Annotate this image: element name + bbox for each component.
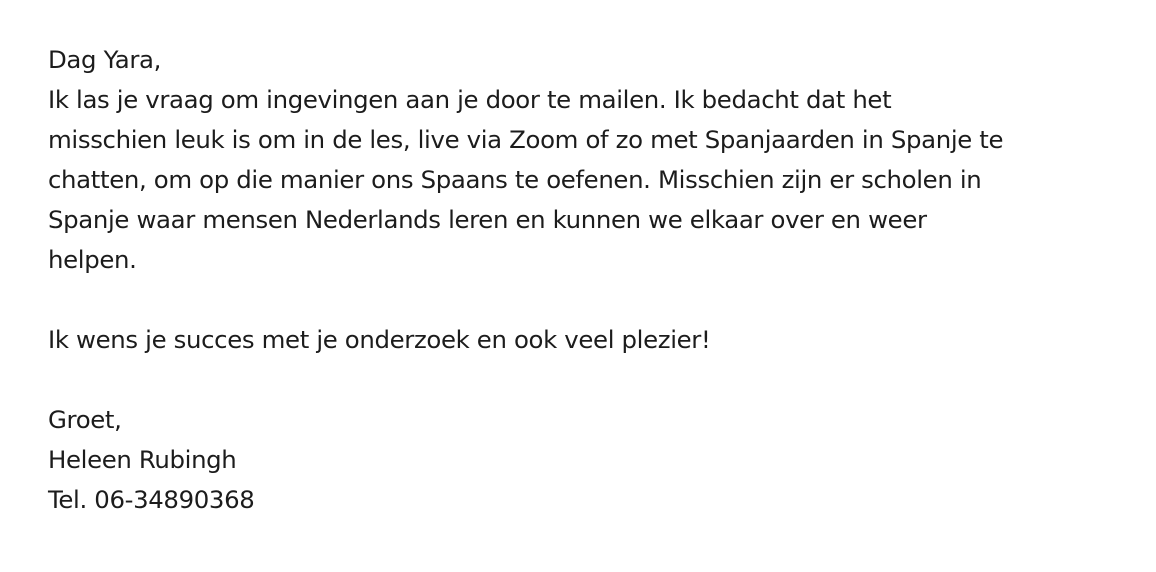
email-message-body: Dag Yara, Ik las je vraag om ingevingen … [48, 40, 1128, 520]
signature-name: Heleen Rubingh [48, 445, 237, 474]
email-body-line: Ik las je vraag om ingevingen aan je doo… [48, 85, 892, 114]
email-body-line: Spanje waar mensen Nederlands leren en k… [48, 205, 927, 234]
email-closing: Groet, [48, 405, 122, 434]
email-body-line: helpen. [48, 245, 137, 274]
email-body-line: chatten, om op die manier ons Spaans te … [48, 165, 982, 194]
email-body-line: misschien leuk is om in de les, live via… [48, 125, 1004, 154]
email-greeting: Dag Yara, [48, 45, 162, 74]
signature-phone: Tel. 06-34890368 [48, 485, 255, 514]
email-wish-paragraph: Ik wens je succes met je onderzoek en oo… [48, 325, 711, 354]
